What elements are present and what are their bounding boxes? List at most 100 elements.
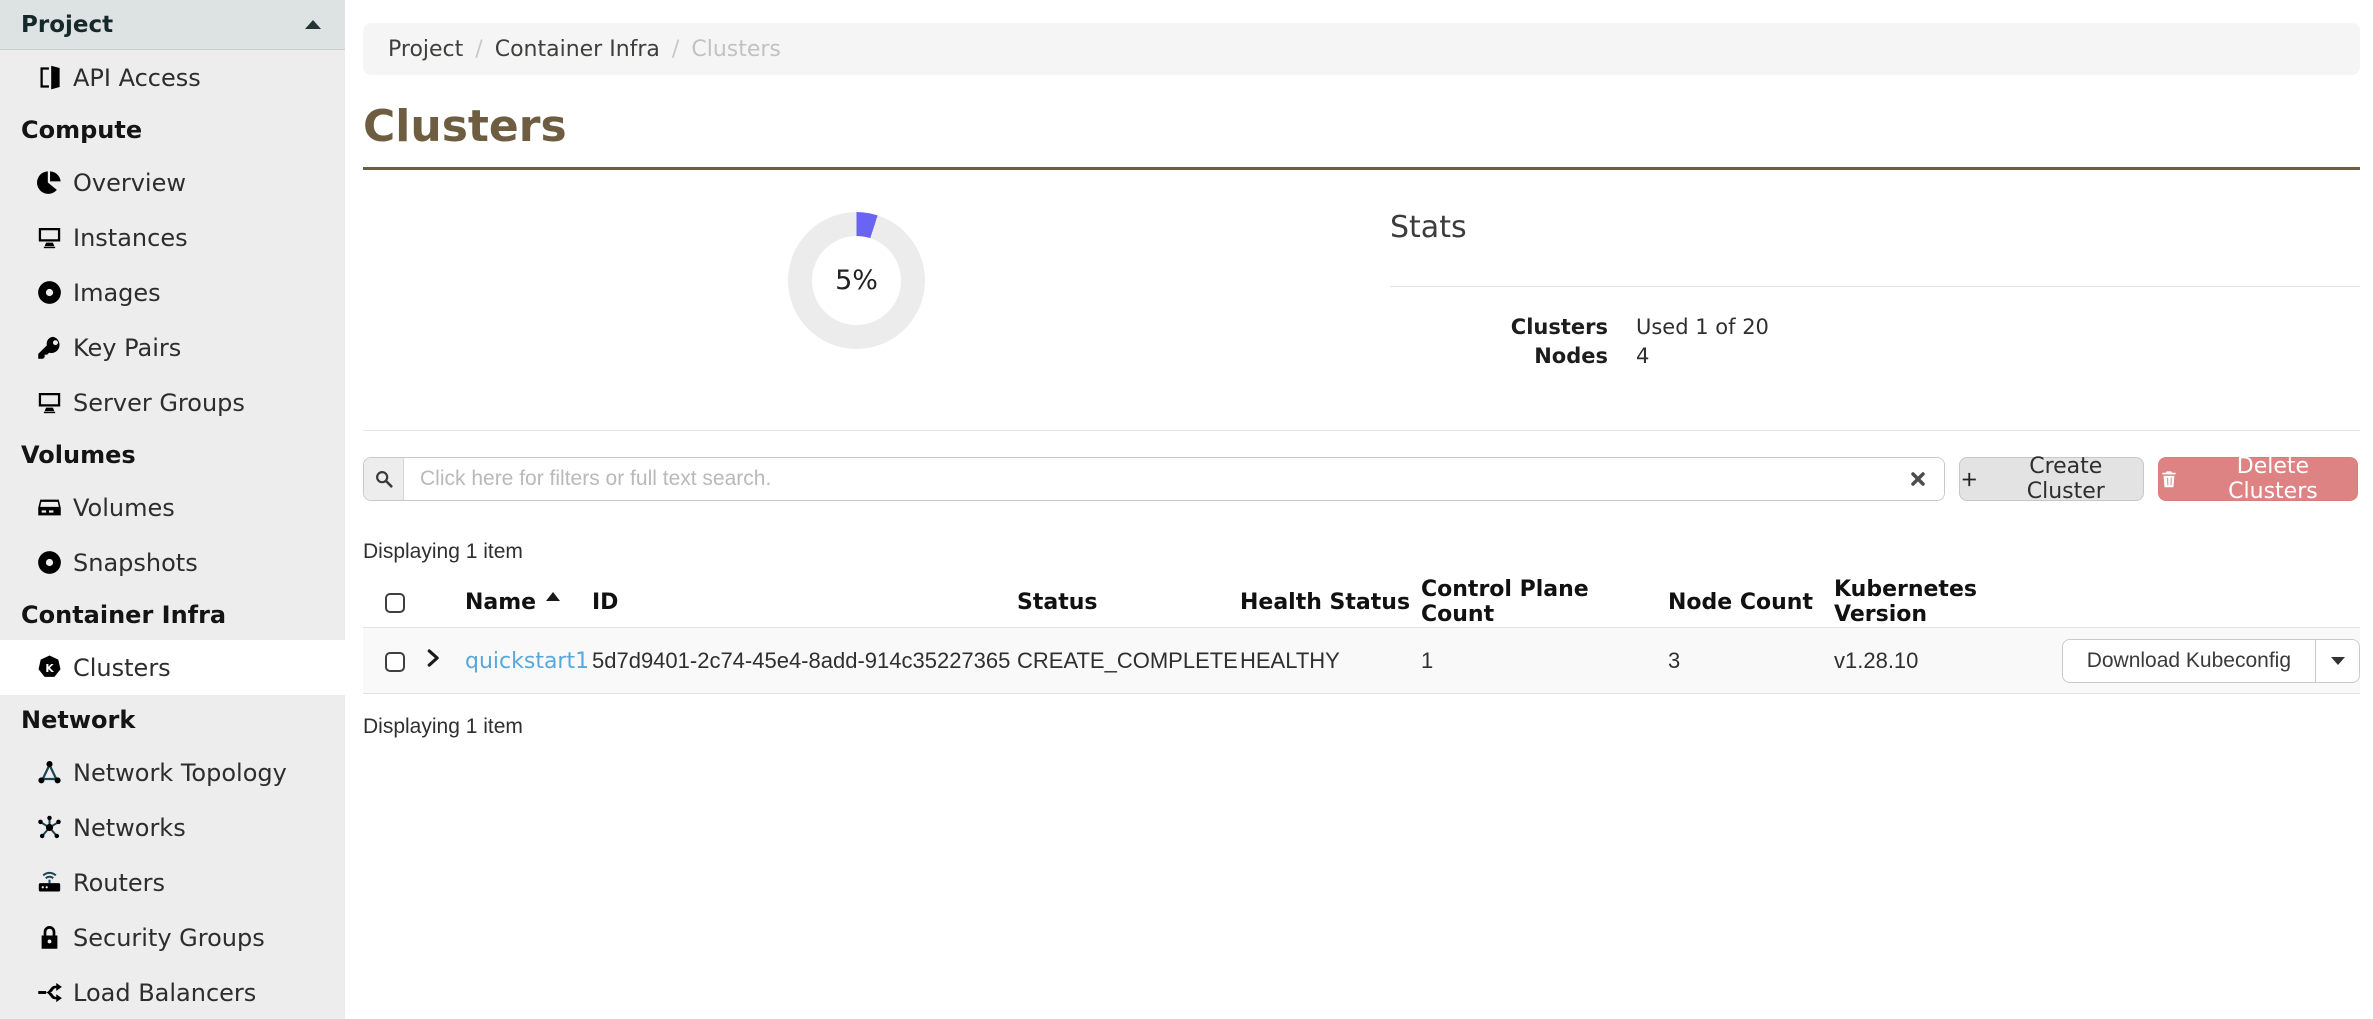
stats-row-clusters: Clusters Used 1 of 20 — [1390, 313, 2360, 342]
sidebar-section-volumes: Volumes — [0, 430, 345, 480]
sidebar-section-network: Network — [0, 695, 345, 745]
branch-arrows-icon — [36, 979, 63, 1006]
column-header-kubernetes-version[interactable]: Kubernetes Version — [1834, 577, 2060, 628]
expand-column-header — [423, 577, 465, 628]
row-checkbox[interactable] — [385, 652, 405, 672]
sidebar-item-network-topology[interactable]: Network Topology — [0, 745, 345, 800]
clusters-table: Name ID Status Health Status Control Pla… — [363, 577, 2360, 694]
sidebar-item-load-balancers[interactable]: Load Balancers — [0, 965, 345, 1019]
hub-icon — [36, 814, 63, 841]
app-window: Project API Access Compute Overview Inst… — [0, 0, 2373, 1019]
main-content: Project / Container Infra / Clusters Clu… — [345, 0, 2373, 1019]
table-row: quickstart1 5d7d9401-2c74-45e4-8add-914c… — [363, 628, 2360, 694]
sidebar-item-label: Clusters — [73, 654, 171, 682]
row-action-split-button: Download Kubeconfig — [2062, 639, 2360, 683]
select-all-checkbox[interactable] — [385, 593, 405, 613]
sidebar-item-clusters[interactable]: Clusters — [0, 640, 345, 695]
sidebar-item-label: Snapshots — [73, 549, 198, 577]
table-header-row: Name ID Status Health Status Control Pla… — [363, 577, 2360, 628]
cluster-health-status-cell: HEALTHY — [1240, 628, 1421, 694]
sidebar-section-compute: Compute — [0, 105, 345, 155]
sidebar-item-server-groups[interactable]: Server Groups — [0, 375, 345, 430]
breadcrumb-project[interactable]: Project — [388, 37, 463, 62]
sidebar-nav: API Access Compute Overview Instances Im… — [0, 50, 345, 1019]
column-header-control-plane-count[interactable]: Control Plane Count — [1421, 577, 1668, 628]
sidebar: Project API Access Compute Overview Inst… — [0, 0, 345, 1019]
door-open-icon — [36, 64, 63, 91]
column-header-id[interactable]: ID — [592, 577, 1017, 628]
row-action-dropdown-toggle[interactable] — [2315, 640, 2359, 682]
breadcrumb-separator: / — [672, 37, 679, 62]
search-icon — [364, 458, 404, 500]
sidebar-item-instances[interactable]: Instances — [0, 210, 345, 265]
hdd-icon — [36, 494, 63, 521]
stats-value: Used 1 of 20 — [1636, 313, 1769, 342]
column-header-name[interactable]: Name — [465, 577, 592, 628]
column-header-actions — [2060, 577, 2360, 628]
cluster-control-plane-count-cell: 1 — [1421, 628, 1668, 694]
sidebar-item-networks[interactable]: Networks — [0, 800, 345, 855]
clear-search-icon[interactable] — [1908, 469, 1928, 489]
sidebar-item-label: Networks — [73, 814, 186, 842]
sidebar-item-label: Routers — [73, 869, 165, 897]
stats-panel: Stats Clusters Used 1 of 20 Nodes 4 — [1390, 210, 2360, 371]
sidebar-item-label: API Access — [73, 64, 201, 92]
sidebar-item-label: Network Topology — [73, 759, 287, 787]
breadcrumb: Project / Container Infra / Clusters — [363, 23, 2360, 75]
sidebar-item-security-groups[interactable]: Security Groups — [0, 910, 345, 965]
quota-section: 5% Stats Clusters Used 1 of 20 Nodes 4 — [363, 170, 2360, 430]
trash-icon — [2159, 469, 2179, 489]
delete-clusters-button[interactable]: Delete Clusters — [2158, 457, 2358, 501]
cluster-kubernetes-version-cell: v1.28.10 — [1834, 628, 2060, 694]
sidebar-item-snapshots[interactable]: Snapshots — [0, 535, 345, 590]
cluster-node-count-cell: 3 — [1668, 628, 1834, 694]
sidebar-item-volumes[interactable]: Volumes — [0, 480, 345, 535]
sidebar-item-label: Volumes — [73, 494, 175, 522]
sidebar-item-images[interactable]: Images — [0, 265, 345, 320]
cluster-name-link[interactable]: quickstart1 — [465, 649, 589, 674]
stats-row-nodes: Nodes 4 — [1390, 342, 2360, 371]
kubernetes-icon — [36, 654, 63, 681]
breadcrumb-container-infra[interactable]: Container Infra — [495, 37, 660, 62]
column-header-health-status[interactable]: Health Status — [1240, 577, 1421, 628]
disc-icon — [36, 279, 63, 306]
cluster-id-cell: 5d7d9401-2c74-45e4-8add-914c35227365 — [592, 628, 1017, 694]
item-count-top: Displaying 1 item — [363, 539, 2360, 565]
sidebar-project-label: Project — [21, 12, 113, 38]
quota-donut-chart: 5% — [788, 212, 925, 349]
sidebar-item-api-access[interactable]: API Access — [0, 50, 345, 105]
disc-icon — [36, 549, 63, 576]
desktop-icon — [36, 224, 63, 251]
plus-icon — [1960, 470, 1979, 489]
stats-value: 4 — [1636, 342, 1649, 371]
breadcrumb-separator: / — [475, 37, 482, 62]
column-header-node-count[interactable]: Node Count — [1668, 577, 1834, 628]
column-header-label: Name — [465, 590, 536, 615]
topology-icon — [36, 759, 63, 786]
expand-row-chevron-icon[interactable] — [423, 648, 443, 668]
sidebar-item-overview[interactable]: Overview — [0, 155, 345, 210]
sort-asc-caret-icon — [546, 592, 560, 601]
sidebar-item-key-pairs[interactable]: Key Pairs — [0, 320, 345, 375]
delete-clusters-label: Delete Clusters — [2189, 454, 2357, 504]
sidebar-item-label: Instances — [73, 224, 188, 252]
desktop-icon — [36, 389, 63, 416]
column-header-status[interactable]: Status — [1017, 577, 1240, 628]
stats-label: Clusters — [1390, 313, 1608, 342]
search-box — [363, 457, 1945, 501]
key-icon — [36, 334, 63, 361]
create-cluster-button[interactable]: Create Cluster — [1959, 457, 2144, 501]
sidebar-item-routers[interactable]: Routers — [0, 855, 345, 910]
stats-title: Stats — [1390, 210, 2360, 246]
sidebar-project-header[interactable]: Project — [0, 0, 345, 50]
pie-gauge-icon — [36, 169, 63, 196]
table-toolbar: Create Cluster Delete Clusters — [363, 457, 2360, 501]
sidebar-item-label: Server Groups — [73, 389, 245, 417]
sidebar-item-label: Images — [73, 279, 161, 307]
download-kubeconfig-button[interactable]: Download Kubeconfig — [2063, 640, 2315, 682]
lock-icon — [36, 924, 63, 951]
search-input[interactable] — [404, 458, 1944, 500]
sidebar-item-label: Key Pairs — [73, 334, 181, 362]
create-cluster-label: Create Cluster — [1989, 454, 2143, 504]
collapse-caret-up-icon[interactable] — [305, 20, 321, 29]
